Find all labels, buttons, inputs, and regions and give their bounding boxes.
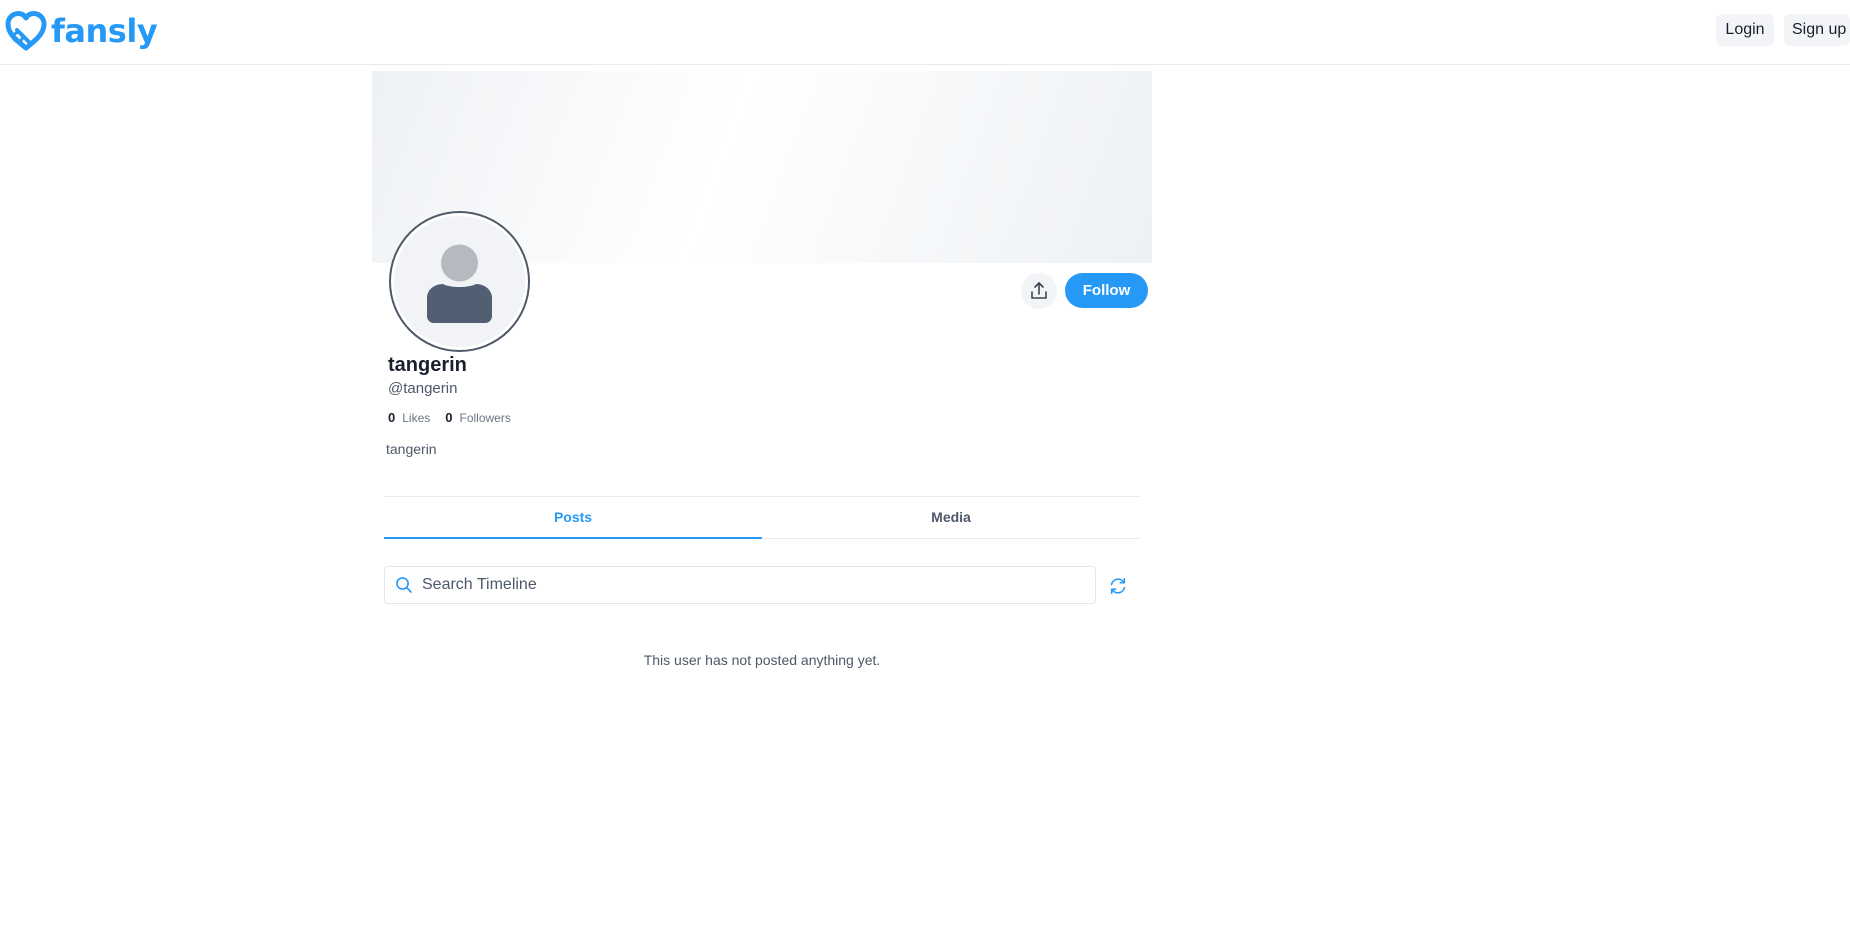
likes-label: Likes (402, 411, 431, 425)
profile-tabs: Posts Media (384, 496, 1140, 539)
followers-label: Followers (459, 411, 511, 425)
refresh-icon (1110, 578, 1126, 594)
followers-count: 0 (445, 410, 453, 425)
profile-display-name: tangerin (388, 354, 467, 376)
profile-avatar[interactable] (391, 213, 528, 350)
top-navigation-bar: fansly Login Sign up (0, 0, 1850, 65)
heart-lock-logo-icon (5, 11, 47, 51)
refresh-button[interactable] (1106, 574, 1130, 598)
timeline-search-box (384, 566, 1096, 604)
profile-stats: 0 Likes 0 Followers (388, 410, 526, 425)
fansly-logo[interactable]: fansly (5, 10, 158, 52)
brand-name: fansly (51, 12, 158, 50)
likes-count: 0 (388, 410, 396, 425)
profile-bio: tangerin (386, 441, 437, 457)
sign-up-button[interactable]: Sign up (1784, 14, 1850, 46)
profile-username: @tangerin (388, 380, 458, 397)
share-upload-icon (1031, 282, 1047, 299)
search-timeline-input[interactable] (420, 570, 1095, 600)
tab-posts[interactable]: Posts (384, 497, 762, 539)
follow-button[interactable]: Follow (1065, 273, 1148, 308)
empty-timeline-message: This user has not posted anything yet. (643, 652, 881, 668)
login-button[interactable]: Login (1716, 14, 1774, 46)
search-icon (396, 577, 412, 593)
share-button[interactable] (1021, 273, 1057, 309)
tab-media[interactable]: Media (762, 497, 1140, 538)
default-user-avatar-icon (394, 216, 525, 347)
